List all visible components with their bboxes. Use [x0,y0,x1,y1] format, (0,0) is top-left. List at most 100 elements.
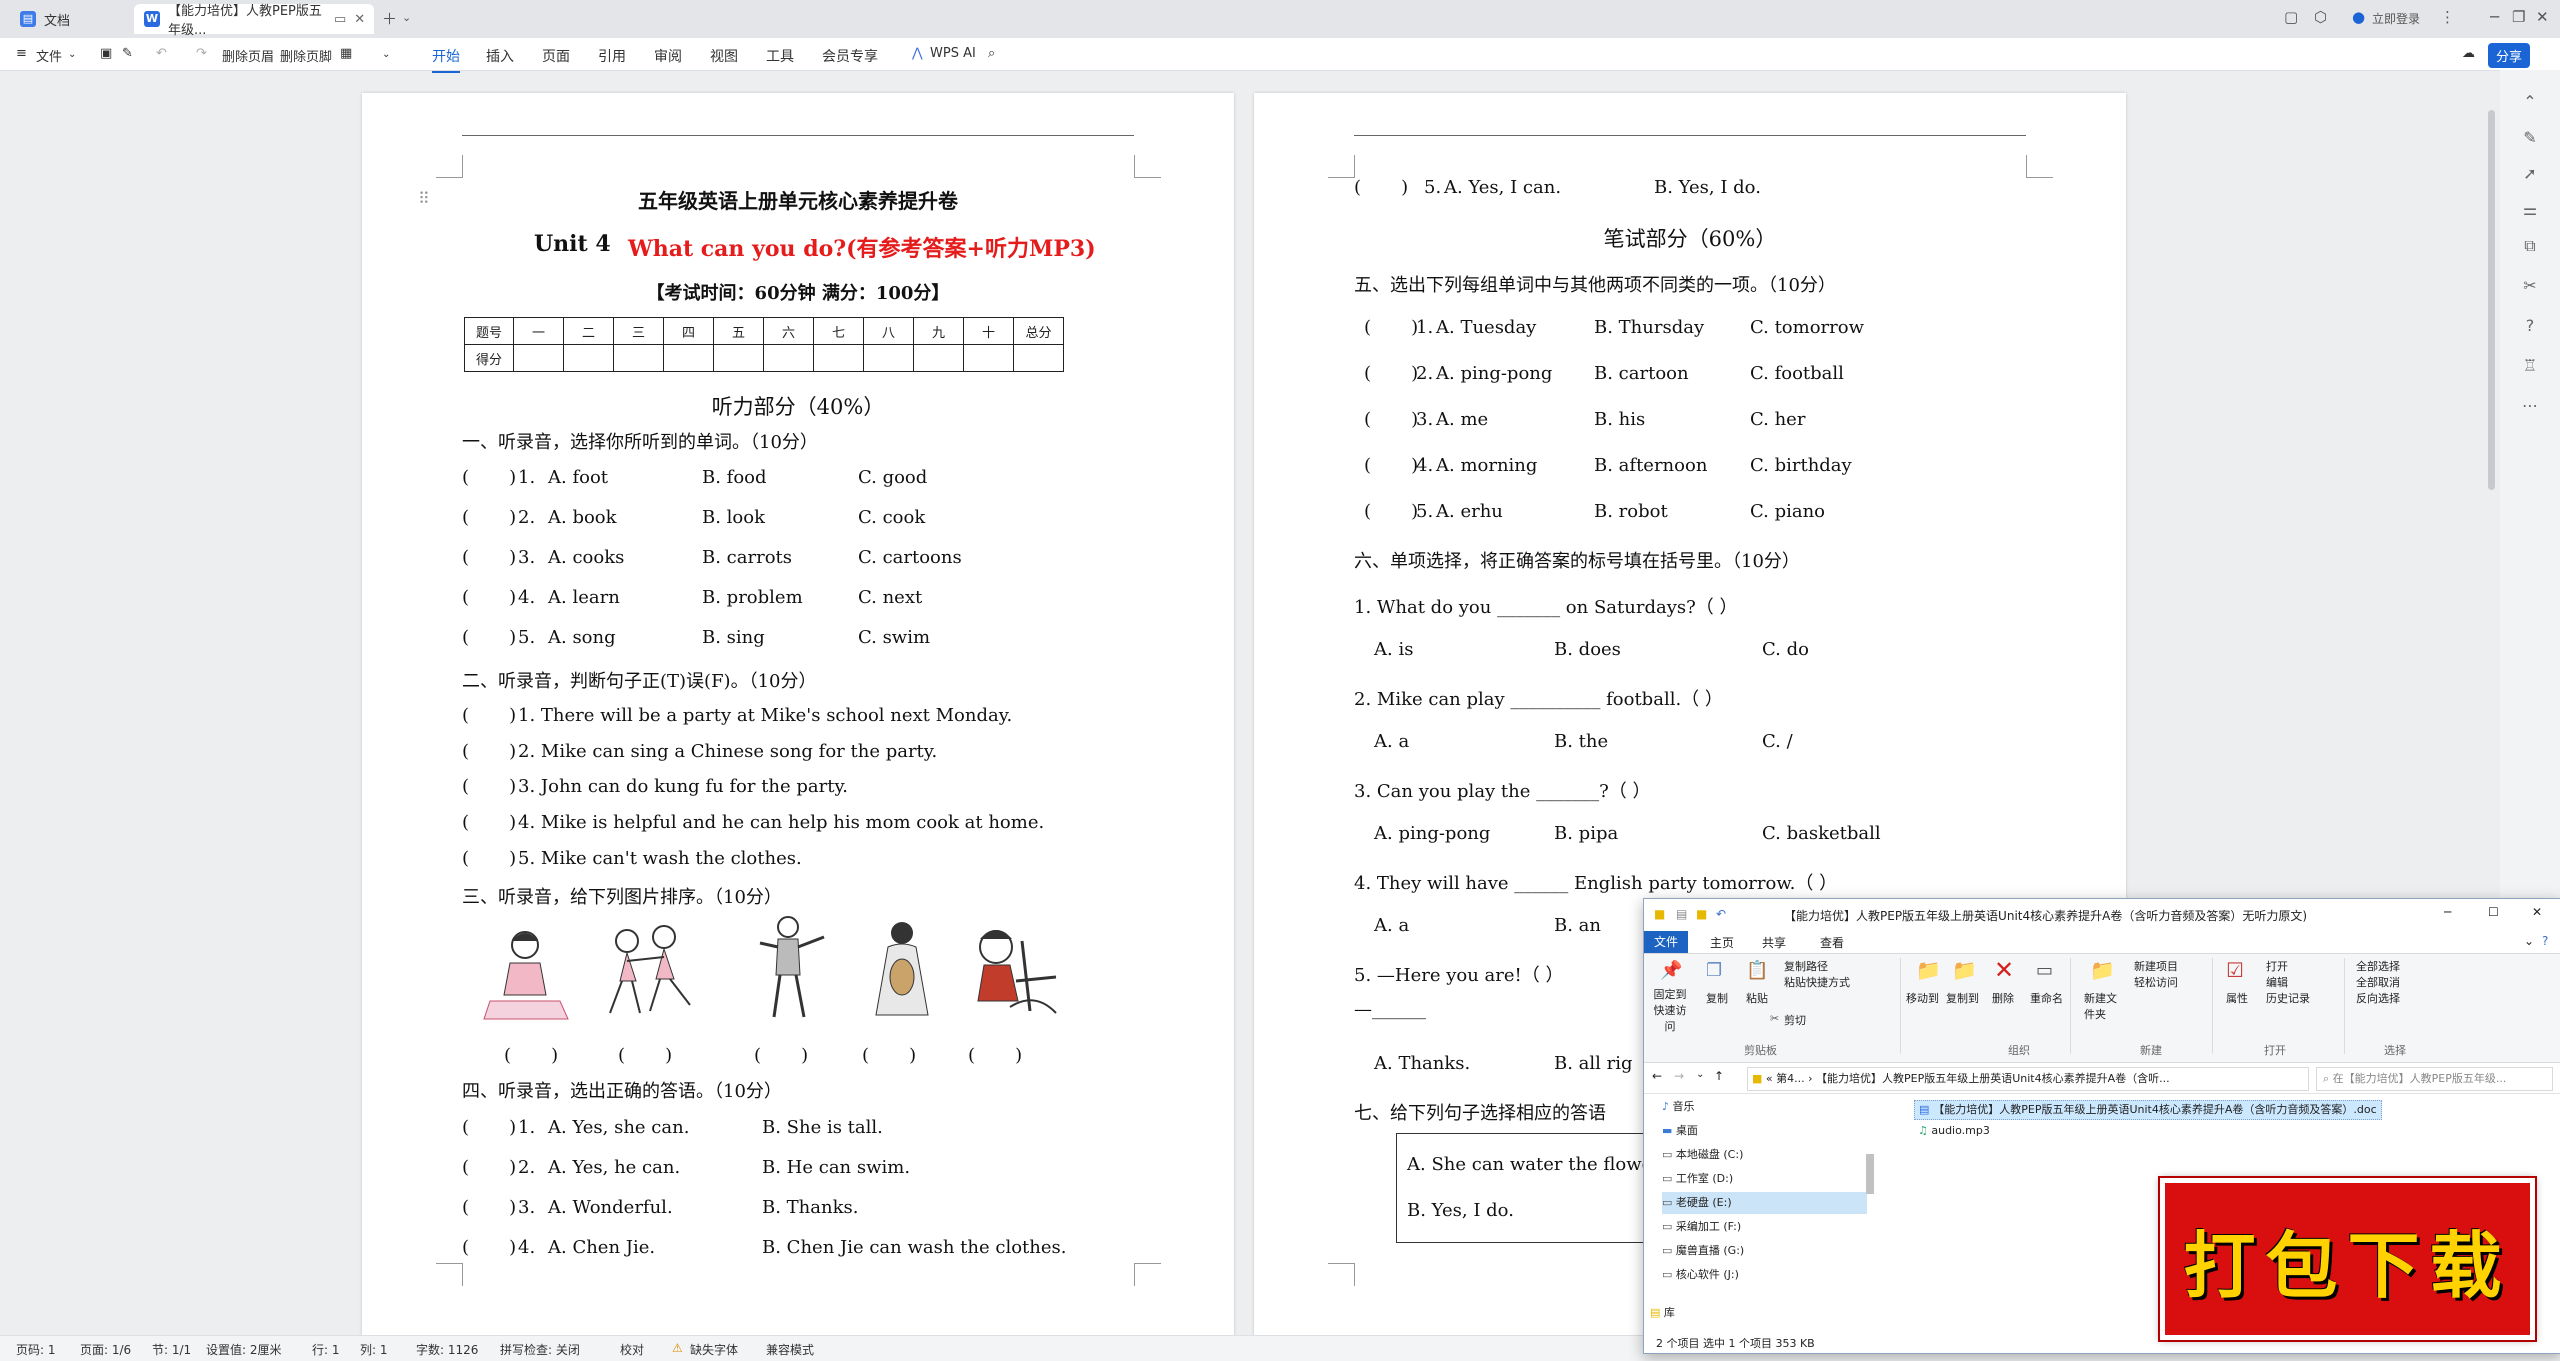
q5-bracket[interactable]: ( ) [1364,317,1418,338]
cloud-icon[interactable]: ☁ [2462,46,2475,61]
pin-icon[interactable]: 📌 [1660,960,1682,981]
q1-bracket[interactable]: ( ) [462,627,516,648]
back-icon[interactable]: ← [1652,1069,1662,1083]
tab-view[interactable]: 查看 [1820,934,1844,951]
menu-insert[interactable]: 插入 [486,46,514,66]
save-icon[interactable]: ▣ [100,46,112,61]
q2-bracket[interactable]: ( ) [462,848,516,869]
undo-icon[interactable]: ↶ [1716,907,1726,921]
nav-item-drive-d[interactable]: ▭ 工作室 (D:) [1662,1168,1733,1190]
picture-bracket[interactable]: ( ) [618,1045,672,1066]
cube-icon[interactable]: ⬡ [2314,8,2327,26]
score-cell[interactable] [613,344,664,372]
paste-button[interactable]: 粘贴 [1746,990,1768,1006]
chevron-up-icon[interactable]: ⌃ [2520,92,2540,112]
undo-icon[interactable]: ↶ [156,46,167,61]
menu-reference[interactable]: 引用 [598,46,626,66]
copy-path-button[interactable]: 复制路径 [1784,958,1828,974]
q2-bracket[interactable]: ( ) [462,776,516,797]
word-count[interactable]: 字数: 1126 [416,1341,478,1358]
wps-ai-icon[interactable]: ⋀ [912,46,923,61]
format-brush-icon[interactable]: ✎ [122,46,133,61]
wps-ai-button[interactable]: WPS AI [930,46,976,61]
pin-quick-access-button[interactable]: 固定到快速访问 [1650,986,1690,1034]
properties-button[interactable]: 属性 [2226,990,2248,1006]
nav-item-desktop[interactable]: ▬ 桌面 [1662,1120,1698,1142]
rename-button[interactable]: 重命名 [2030,990,2063,1006]
file-item-mp3[interactable]: ♫ audio.mp3 [1914,1122,1994,1140]
nav-item-drive-c[interactable]: ▭ 本地磁盘 (C:) [1662,1144,1743,1166]
menu-page[interactable]: 页面 [542,46,570,66]
border-icon[interactable]: ▦ [340,46,352,61]
chevron-down-icon[interactable]: ⌄ [382,49,390,60]
tab-share[interactable]: 共享 [1762,934,1786,951]
search-icon[interactable]: ⌕ [988,46,995,61]
copy-icon[interactable]: ❐ [1706,960,1722,981]
q1-bracket[interactable]: ( ) [462,507,516,528]
search-input[interactable]: ⌕ 在【能力培优】人教PEP版五年级... [2316,1067,2553,1091]
picture-bracket[interactable]: ( ) [862,1045,916,1066]
copy-to-button[interactable]: 复制到 [1946,990,1979,1006]
tab-file[interactable]: 文件 [1644,931,1688,953]
rename-icon[interactable]: ▭ [2036,960,2053,981]
adjust-icon[interactable]: ⚌ [2520,200,2540,220]
nav-item-drive-f[interactable]: ▭ 采编加工 (F:) [1662,1216,1741,1238]
close-tab-icon[interactable]: ✕ [354,12,365,27]
score-cell[interactable] [563,344,614,372]
address-input[interactable]: ■ « 第4... › 【能力培优】人教PEP版五年级上册英语Unit4核心素养… [1747,1067,2309,1091]
easy-access-button[interactable]: 轻松访问 [2134,974,2178,990]
menu-member[interactable]: 会员专享 [822,46,878,66]
file-menu[interactable]: 文件 [36,46,62,65]
page-count[interactable]: 页面: 1/6 [80,1341,131,1358]
chevron-down-icon[interactable]: ⌄ [1696,1069,1704,1080]
tab-document[interactable]: W 【能力培优】人教PEP版五年级... ▭ ✕ [134,4,374,38]
up-icon[interactable]: ↑ [1714,1069,1724,1083]
picture-bracket[interactable]: ( ) [968,1045,1022,1066]
avatar-icon[interactable]: ● [2352,8,2365,26]
q4-bracket[interactable]: ( ) [462,1237,516,1258]
minimize-icon[interactable]: ─ [2490,8,2499,26]
tools-icon[interactable]: ✂ [2520,276,2540,296]
tab-home[interactable]: ▤ 文档 [10,4,130,34]
score-cell[interactable] [663,344,714,372]
q1-bracket[interactable]: ( ) [462,547,516,568]
move-folder-icon[interactable]: 📁 [1916,958,1941,982]
restore-icon[interactable]: ❐ [2512,8,2525,26]
invert-selection-button[interactable]: 反向选择 [2356,990,2400,1006]
menu-start[interactable]: 开始 [432,46,460,73]
login-link[interactable]: 立即登录 [2372,10,2420,27]
menu-review[interactable]: 审阅 [654,46,682,66]
score-cell[interactable] [913,344,964,372]
pen-icon[interactable]: ✎ [2520,128,2540,148]
new-folder-icon[interactable]: 📁 [2090,958,2115,982]
picture-bracket[interactable]: ( ) [754,1045,808,1066]
proofread[interactable]: 校对 [620,1341,644,1358]
window-layout-icon[interactable]: ▢ [2284,8,2298,26]
q1-bracket[interactable]: ( ) [462,467,516,488]
cut-button[interactable]: 剪切 [1784,1012,1806,1028]
forward-icon[interactable]: → [1674,1069,1684,1083]
edit-button[interactable]: 编辑 [2266,974,2288,990]
nav-scrollbar[interactable] [1866,1154,1874,1194]
q5-bracket[interactable]: ( ) [1364,409,1418,430]
maximize-icon[interactable]: ☐ [2488,905,2499,919]
menu-view[interactable]: 视图 [710,46,738,66]
q2-bracket[interactable]: ( ) [462,705,516,726]
new-folder-icon[interactable]: ■ [1696,907,1707,921]
delete-footer-button[interactable]: 删除页脚 [280,46,332,65]
more-icon[interactable]: ⋯ [2520,396,2540,416]
translate-icon[interactable]: ⧉ [2520,236,2540,256]
select-all-button[interactable]: 全部选择 [2356,958,2400,974]
minimize-icon[interactable]: ─ [2444,905,2451,919]
q2-bracket[interactable]: ( ) [462,812,516,833]
select-none-button[interactable]: 全部取消 [2356,974,2400,990]
score-cell[interactable] [863,344,914,372]
score-cell[interactable] [513,344,564,372]
scissors-icon[interactable]: ✂ [1770,1012,1779,1025]
q1-bracket[interactable]: ( ) [462,587,516,608]
nav-item-library[interactable]: ▤ 库 [1650,1302,1675,1324]
score-cell[interactable] [813,344,864,372]
menu-icon[interactable]: ≡ [16,46,27,61]
file-item-doc[interactable]: ▤ 【能力培优】人教PEP版五年级上册英语Unit4核心素养提升A卷（含听力音频… [1914,1100,2382,1120]
chevron-down-icon[interactable]: ⌄ [402,11,411,24]
